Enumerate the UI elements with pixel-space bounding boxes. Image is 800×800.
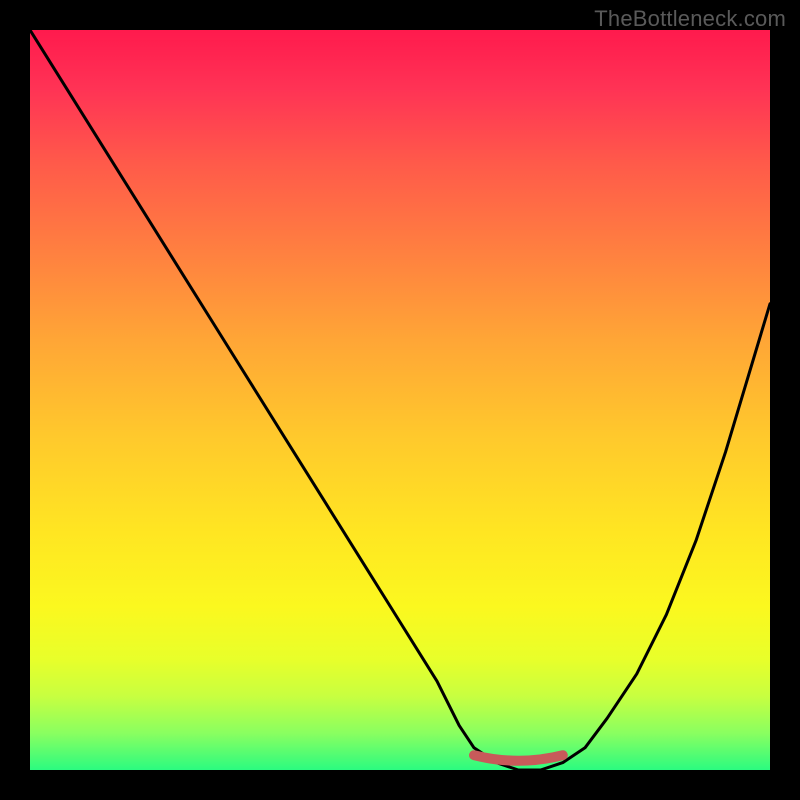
bottleneck-curve — [30, 30, 770, 770]
plot-area — [30, 30, 770, 770]
curve-layer — [30, 30, 770, 770]
chart-container: TheBottleneck.com — [0, 0, 800, 800]
optimal-range-marker — [474, 755, 563, 761]
watermark-text: TheBottleneck.com — [594, 6, 786, 32]
